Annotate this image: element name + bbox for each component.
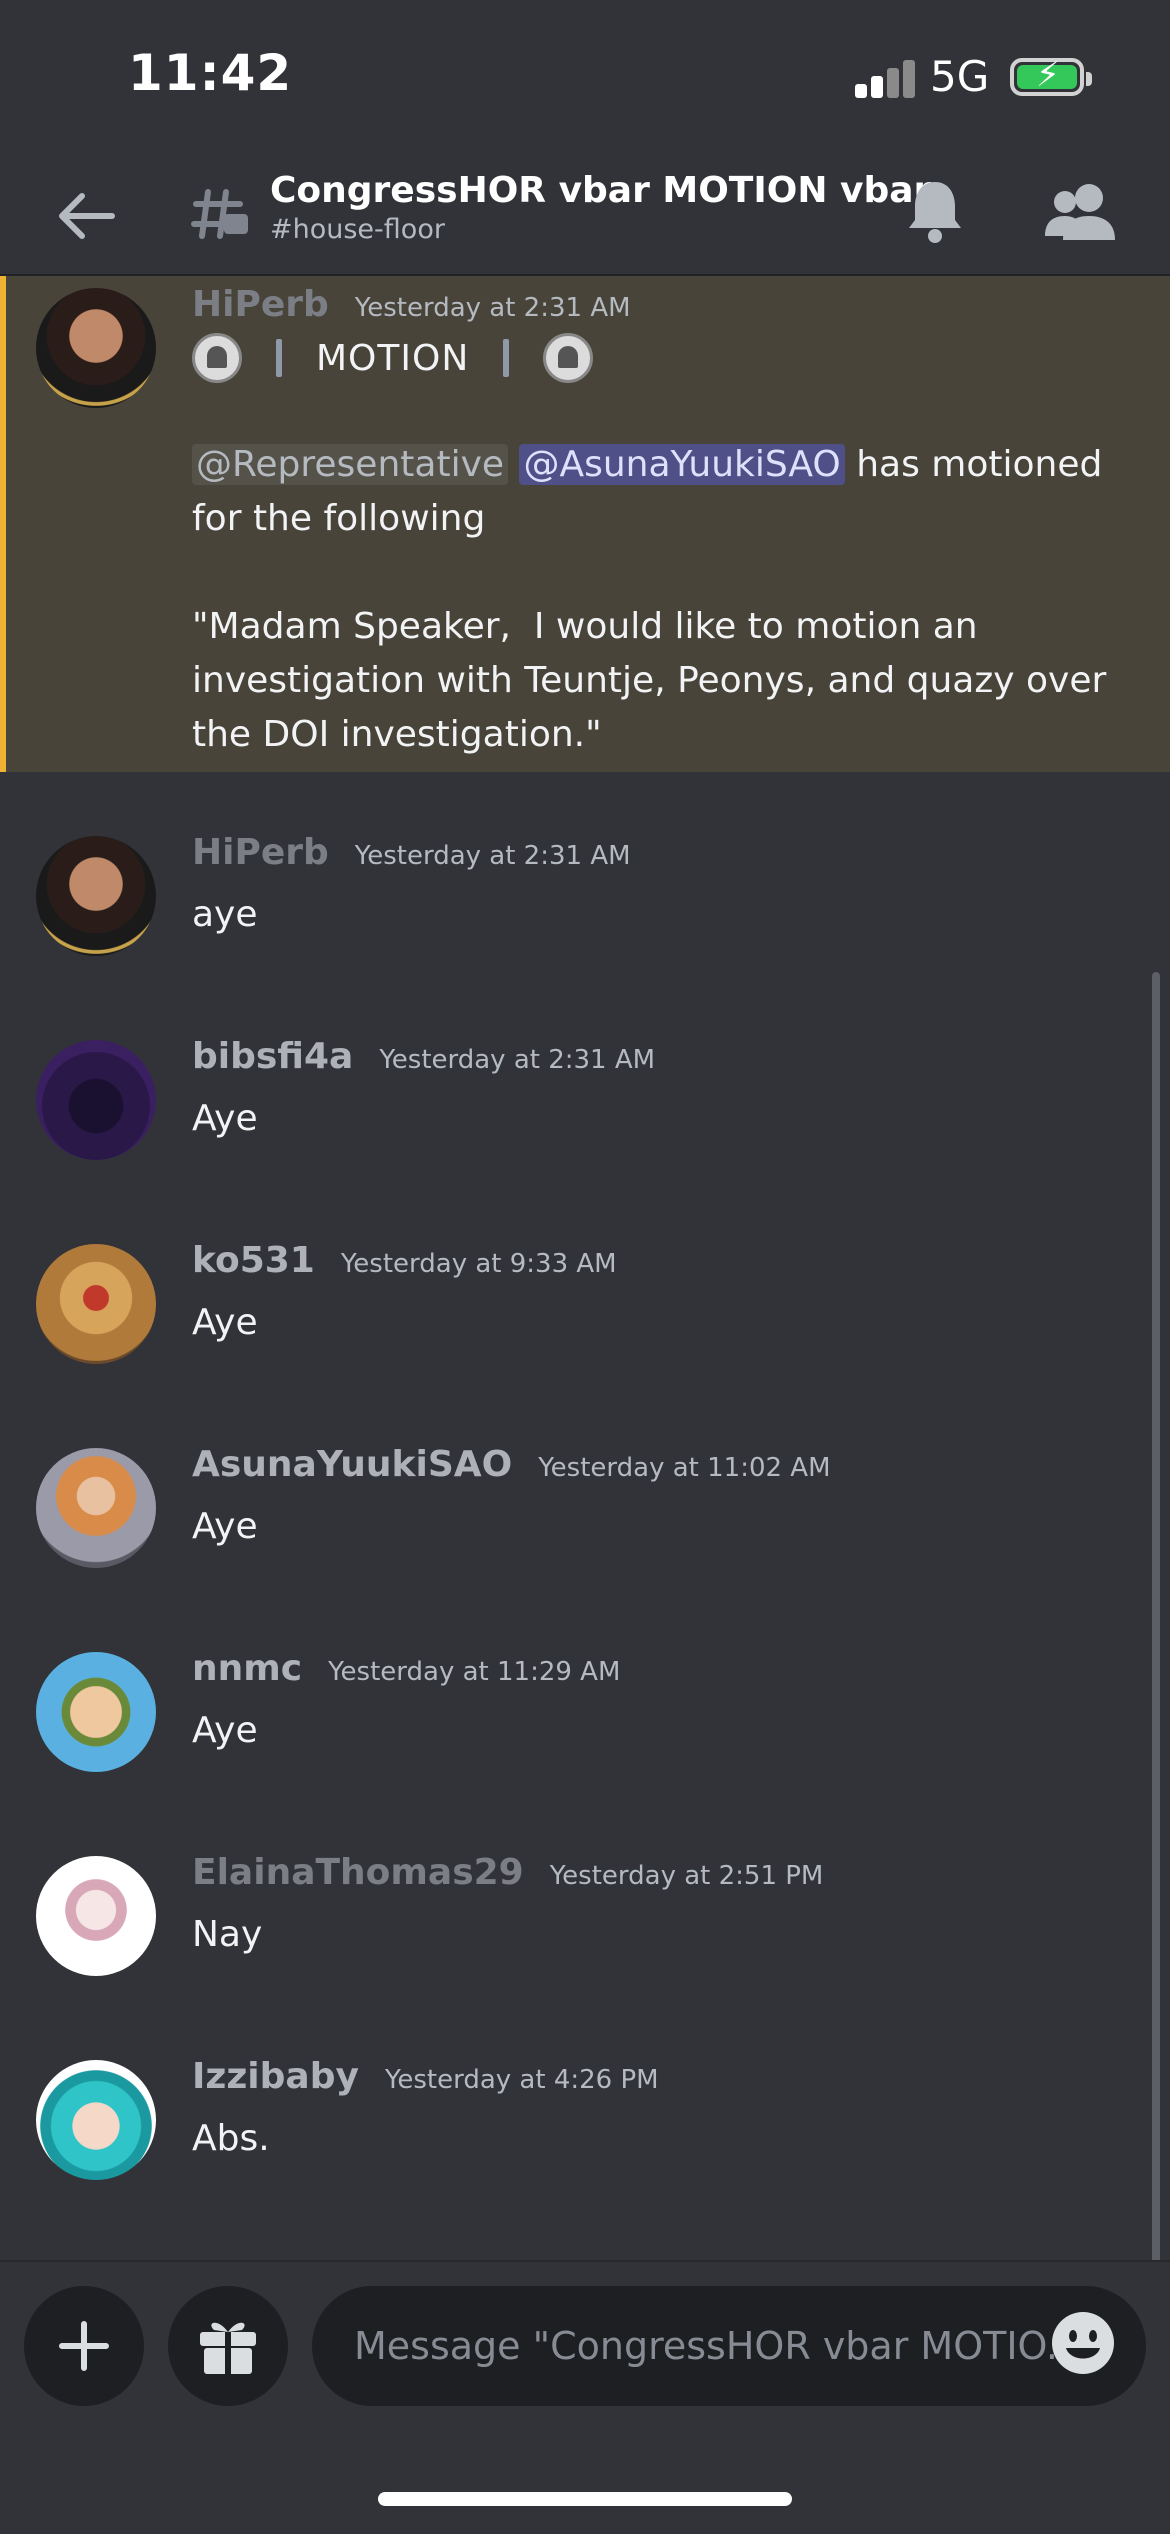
motion-label: MOTION <box>316 337 470 379</box>
channel-title[interactable]: CongressHOR vbar MOTION vbar <box>270 170 931 211</box>
highlighted-message: HiPerb Yesterday at 2:31 AM MOTION @Repre… <box>0 276 1170 772</box>
message-text: Aye <box>192 1710 258 1751</box>
members-icon[interactable] <box>1045 180 1115 242</box>
message-list[interactable]: HiPerb Yesterday at 2:31 AM MOTION @Repre… <box>0 276 1170 2260</box>
message-text: aye <box>192 894 258 935</box>
gift-icon <box>200 2322 256 2374</box>
message-username[interactable]: ElainaThomas29 Yesterday at 2:51 PM <box>192 1852 823 1893</box>
network-label: 5G <box>930 52 990 101</box>
status-bar: 11:42 5G ⚡ <box>0 0 1170 150</box>
channel-subtitle: #house-floor <box>270 214 445 245</box>
avatar[interactable] <box>36 1448 156 1568</box>
message-timestamp: Yesterday at 2:31 AM <box>354 841 631 871</box>
message-timestamp: Yesterday at 2:31 AM <box>354 293 631 323</box>
avatar[interactable] <box>36 288 156 408</box>
message-text: Aye <box>192 1506 258 1547</box>
channel-hash-icon <box>191 189 248 239</box>
message-username[interactable]: nnmc Yesterday at 11:29 AM <box>192 1648 620 1689</box>
scrollbar[interactable] <box>1152 972 1160 2260</box>
message-input[interactable]: Message "CongressHOR vbar MOTIO... <box>312 2286 1146 2406</box>
battery-icon: ⚡ <box>1010 58 1092 96</box>
avatar[interactable] <box>36 1856 156 1976</box>
message-username[interactable]: HiPerb Yesterday at 2:31 AM <box>192 284 631 325</box>
message-username[interactable]: HiPerb Yesterday at 2:31 AM <box>192 832 631 873</box>
signal-icon <box>855 58 915 98</box>
message-timestamp: Yesterday at 11:29 AM <box>328 1657 621 1687</box>
user-mention[interactable]: @AsunaYuukiSAO <box>519 444 845 485</box>
seal-emoji-icon <box>543 333 594 383</box>
message-timestamp: Yesterday at 2:31 AM <box>379 1045 656 1075</box>
role-mention[interactable]: @Representative <box>192 444 509 485</box>
bell-icon[interactable] <box>905 178 965 244</box>
message-username[interactable]: AsunaYuukiSAO Yesterday at 11:02 AM <box>192 1444 831 1485</box>
gift-button[interactable] <box>168 2286 288 2406</box>
avatar[interactable] <box>36 1652 156 1772</box>
message-username[interactable]: ko531 Yesterday at 9:33 AM <box>192 1240 617 1281</box>
home-indicator[interactable] <box>378 2492 792 2506</box>
plus-icon <box>59 2321 109 2371</box>
motion-text: @Representative @AsunaYuukiSAO has motio… <box>192 444 1107 755</box>
emoji-icon[interactable] <box>1050 2310 1116 2376</box>
avatar[interactable] <box>36 1040 156 1160</box>
motion-banner: MOTION <box>192 328 594 388</box>
message-text: Abs. <box>192 2118 270 2159</box>
avatar[interactable] <box>36 2060 156 2180</box>
message-timestamp: Yesterday at 2:51 PM <box>549 1861 824 1891</box>
message-text: Aye <box>192 1098 258 1139</box>
message-timestamp: Yesterday at 11:02 AM <box>538 1453 831 1483</box>
message-timestamp: Yesterday at 9:33 AM <box>340 1249 617 1279</box>
plus-button[interactable] <box>24 2286 144 2406</box>
avatar[interactable] <box>36 1244 156 1364</box>
avatar[interactable] <box>36 836 156 956</box>
message-text: Nay <box>192 1914 263 1955</box>
status-time: 11:42 <box>128 44 293 102</box>
message-timestamp: Yesterday at 4:26 PM <box>384 2065 659 2095</box>
message-username[interactable]: bibsfi4a Yesterday at 2:31 AM <box>192 1036 655 1077</box>
message-username[interactable]: Izzibaby Yesterday at 4:26 PM <box>192 2056 659 2097</box>
back-arrow-icon[interactable] <box>52 186 122 246</box>
message-text: Aye <box>192 1302 258 1343</box>
channel-header: CongressHOR vbar MOTION vbar #house-floo… <box>0 150 1170 276</box>
seal-emoji-icon <box>192 333 242 383</box>
